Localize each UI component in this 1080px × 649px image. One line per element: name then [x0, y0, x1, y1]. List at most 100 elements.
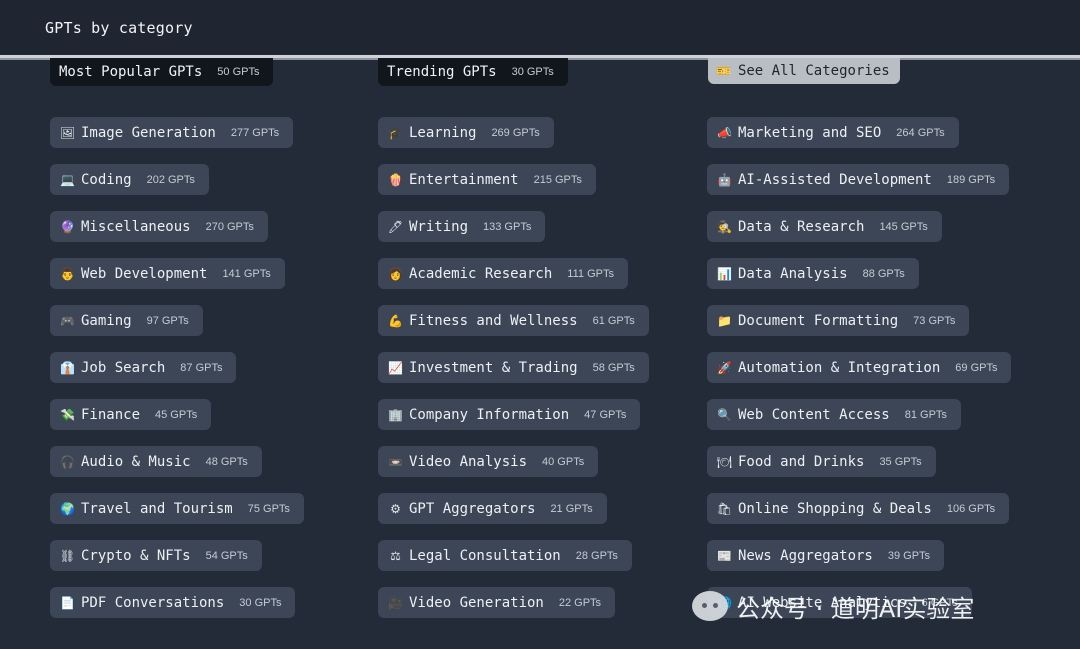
category-chip[interactable]: 🎮 Gaming 97 GPTs — [50, 305, 203, 336]
category-chip[interactable]: 📼 Video Analysis 40 GPTs — [378, 446, 599, 477]
category-chip[interactable]: 👨 Web Development 141 GPTs — [50, 258, 285, 289]
category-chip[interactable]: ⚙ GPT Aggregators 21 GPTs — [378, 493, 607, 524]
category-name: Data Analysis — [738, 265, 848, 282]
videocassette-icon: 📼 — [388, 454, 403, 469]
globe-icon: 🌍 — [60, 501, 75, 516]
shopping-bags-icon: 🛍 — [716, 501, 733, 516]
category-count: 35 GPTs — [879, 455, 922, 468]
document-icon: 📄 — [60, 595, 75, 610]
category-count: 48 GPTs — [205, 455, 248, 468]
popcorn-icon: 🍿 — [388, 172, 403, 187]
category-chip[interactable]: 🖼 Image Generation 277 GPTs — [50, 117, 294, 148]
category-name: Fitness and Wellness — [409, 312, 578, 329]
category-chip[interactable]: ⛓ Crypto & NFTs 54 GPTs — [50, 540, 262, 571]
category-chip[interactable]: 🍿 Entertainment 215 GPTs — [378, 164, 596, 195]
category-count: 54 GPTs — [205, 549, 248, 562]
chain-icon: ⛓ — [59, 548, 76, 563]
tab-trending[interactable]: Trending GPTs 30 GPTs — [378, 58, 568, 86]
category-chip[interactable]: 📣 Marketing and SEO 264 GPTs — [707, 117, 959, 148]
category-count: 21 GPTs — [550, 502, 593, 515]
category-count: 215 GPTs — [533, 173, 582, 186]
flexed-biceps-icon: 💪 — [388, 313, 403, 328]
category-name: Coding — [81, 171, 132, 188]
category-name: Data & Research — [738, 218, 865, 235]
category-chip[interactable]: 🍽 Food and Drinks 35 GPTs — [707, 446, 936, 477]
category-count: 58 GPTs — [592, 361, 635, 374]
category-name: Marketing and SEO — [738, 124, 882, 141]
top-bar: GPTs by category — [0, 0, 1080, 54]
category-name: Writing — [409, 218, 469, 235]
category-name: Entertainment — [409, 171, 519, 188]
category-count: 269 GPTs — [491, 126, 540, 139]
see-all-label: See All Categories — [737, 63, 890, 79]
category-count: 141 GPTs — [222, 267, 271, 280]
category-chip[interactable]: 👩 Academic Research 111 GPTs — [378, 258, 628, 289]
tab-label: Trending GPTs — [387, 64, 497, 80]
category-name: Video Generation — [409, 594, 544, 611]
detective-icon: 🕵 — [717, 219, 732, 234]
category-count: 264 GPTs — [896, 126, 945, 139]
category-count: 81 GPTs — [904, 408, 947, 421]
category-chip[interactable]: 🎧 Audio & Music 48 GPTs — [50, 446, 262, 477]
category-chip[interactable]: 🔮 Miscellaneous 270 GPTs — [50, 211, 268, 242]
category-count: 47 GPTs — [584, 408, 627, 421]
category-name: News Aggregators — [738, 547, 873, 564]
crystal-ball-icon: 🔮 — [60, 219, 75, 234]
category-chip[interactable]: 📰 News Aggregators 39 GPTs — [707, 540, 945, 571]
ticket-icon: 🎫 — [716, 64, 731, 78]
tab-count: 30 GPTs — [511, 66, 554, 78]
category-chip[interactable]: 💻 Coding 202 GPTs — [50, 164, 209, 195]
category-count: 145 GPTs — [879, 220, 928, 233]
category-chip[interactable]: 📈 Investment & Trading 58 GPTs — [378, 352, 649, 383]
category-chip[interactable]: 🎓 Learning 269 GPTs — [378, 117, 554, 148]
rocket-icon: 🚀 — [717, 360, 732, 375]
category-chip[interactable]: 🖊 Writing 133 GPTs — [378, 211, 546, 242]
laptop-icon: 💻 — [60, 172, 75, 187]
category-chip[interactable]: 📁 Document Formatting 73 GPTs — [707, 305, 970, 336]
see-all-categories-button[interactable]: 🎫 See All Categories — [708, 58, 900, 84]
category-chip[interactable]: 🕵 Data & Research 145 GPTs — [707, 211, 942, 242]
tab-label: Most Popular GPTs — [59, 64, 203, 80]
scientist-icon: 👩 — [388, 266, 403, 281]
category-name: Image Generation — [81, 124, 216, 141]
category-count: 133 GPTs — [483, 220, 532, 233]
category-chip[interactable]: 🚀 Automation & Integration 69 GPTs — [707, 352, 1012, 383]
folder-icon: 📁 — [717, 313, 732, 328]
category-name: Audio & Music — [81, 453, 191, 470]
plate-icon: 🍽 — [716, 454, 733, 469]
tab-most-popular[interactable]: Most Popular GPTs 50 GPTs — [50, 58, 274, 86]
category-name: Miscellaneous — [81, 218, 191, 235]
wechat-logo-icon — [692, 591, 728, 621]
pen-icon: 🖊 — [387, 219, 404, 234]
category-chip[interactable]: 🔍 Web Content Access 81 GPTs — [707, 399, 961, 430]
category-name: AI-Assisted Development — [738, 171, 932, 188]
category-name: Gaming — [81, 312, 132, 329]
category-name: Document Formatting — [738, 312, 899, 329]
category-chip[interactable]: 📊 Data Analysis 88 GPTs — [707, 258, 919, 289]
category-name: Job Search — [81, 359, 166, 376]
money-icon: 💸 — [60, 407, 75, 422]
category-name: Finance — [81, 406, 141, 423]
category-name: Video Analysis — [409, 453, 528, 470]
category-chip[interactable]: 📄 PDF Conversations 30 GPTs — [50, 587, 296, 618]
category-chip[interactable]: 🎥 Video Generation 22 GPTs — [378, 587, 616, 618]
category-chip[interactable]: 💸 Finance 45 GPTs — [50, 399, 212, 430]
category-chip[interactable]: 🏢 Company Information 47 GPTs — [378, 399, 641, 430]
category-name: Web Development — [81, 265, 208, 282]
category-name: Online Shopping & Deals — [738, 500, 932, 517]
category-chip[interactable]: 👔 Job Search 87 GPTs — [50, 352, 237, 383]
category-count: 202 GPTs — [146, 173, 195, 186]
category-chip[interactable]: 🤖 AI-Assisted Development 189 GPTs — [707, 164, 1010, 195]
watermark-text: 公众号 · 道明AI实验室 — [736, 594, 975, 623]
category-chip[interactable]: 🌍 Travel and Tourism 75 GPTs — [50, 493, 304, 524]
category-count: 40 GPTs — [542, 455, 585, 468]
scales-icon: ⚖ — [390, 548, 401, 563]
category-name: Learning — [409, 124, 477, 141]
category-chip[interactable]: 💪 Fitness and Wellness 61 GPTs — [378, 305, 649, 336]
office-building-icon: 🏢 — [388, 407, 403, 422]
category-name: Crypto & NFTs — [81, 547, 191, 564]
category-count: 87 GPTs — [180, 361, 223, 374]
category-name: Investment & Trading — [409, 359, 578, 376]
category-chip[interactable]: ⚖ Legal Consultation 28 GPTs — [378, 540, 632, 571]
category-chip[interactable]: 🛍 Online Shopping & Deals 106 GPTs — [707, 493, 1010, 524]
